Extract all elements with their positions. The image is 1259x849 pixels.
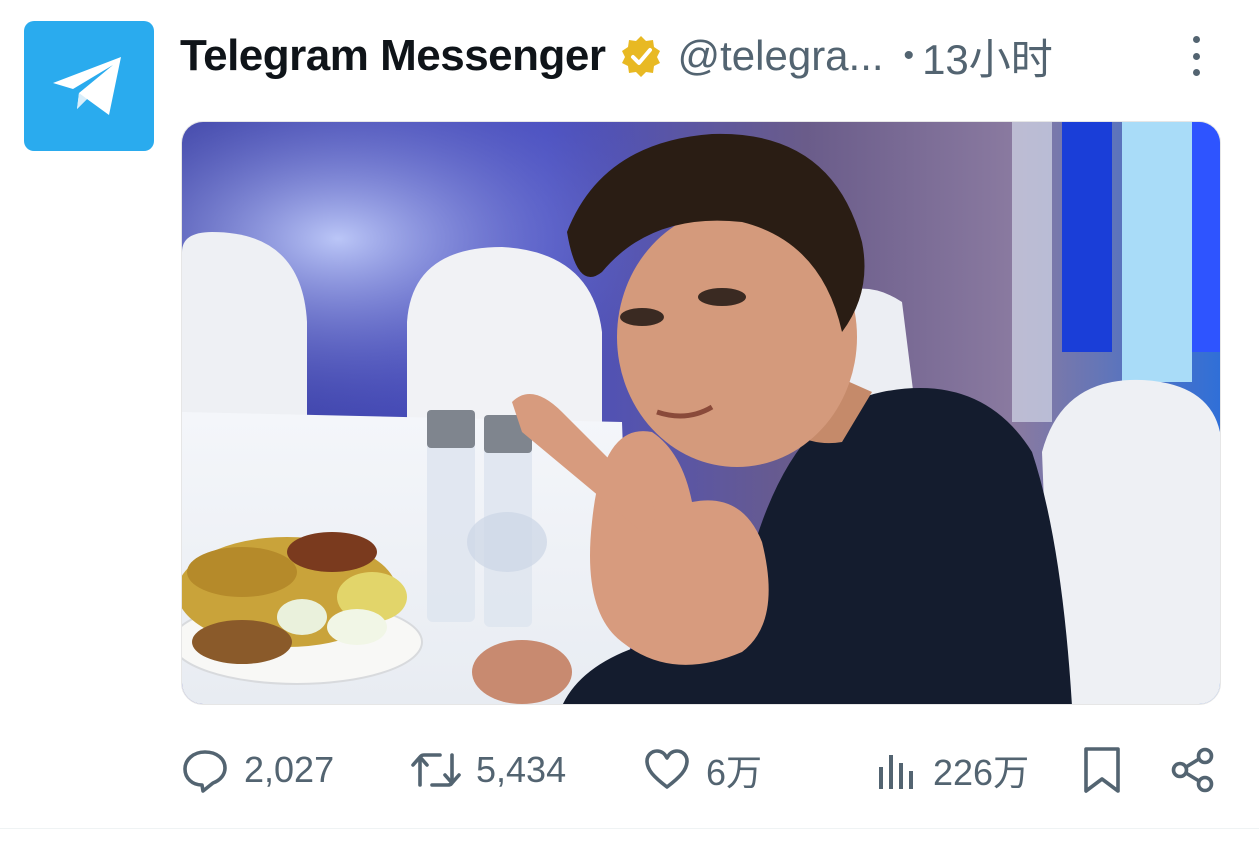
- reply-button[interactable]: 2,027: [180, 740, 334, 800]
- bookmark-button[interactable]: [1080, 740, 1124, 800]
- reply-icon: [183, 750, 227, 793]
- reply-count: 2,027: [244, 749, 335, 790]
- views-icon: [879, 755, 913, 789]
- telegram-logo-icon: [53, 57, 121, 115]
- retweet-button[interactable]: 5,434: [410, 740, 566, 800]
- heart-icon: [645, 749, 689, 789]
- more-options-button[interactable]: [1182, 30, 1210, 82]
- author-display-name[interactable]: Telegram Messenger: [180, 31, 606, 81]
- like-count: 6万: [706, 752, 763, 793]
- share-button[interactable]: [1170, 740, 1216, 800]
- photo-image: [182, 122, 1220, 704]
- author-handle[interactable]: @telegra...: [677, 32, 883, 80]
- tweet-action-bar: 2,027 5,434 6万 226万: [180, 740, 1220, 800]
- tweet-header: Telegram Messenger @telegra... • 13小时: [180, 24, 1219, 88]
- more-dot: [1192, 52, 1200, 60]
- views-button[interactable]: 226万: [875, 740, 1029, 800]
- like-button[interactable]: 6万: [642, 740, 762, 800]
- more-dot: [1192, 36, 1200, 43]
- retweet-count: 5,434: [476, 749, 567, 790]
- retweet-icon: [411, 753, 461, 787]
- tweet-timestamp[interactable]: 13小时: [922, 26, 1053, 87]
- separator-dot: •: [903, 39, 915, 72]
- bookmark-icon: [1084, 747, 1120, 793]
- views-count: 226万: [933, 752, 1030, 793]
- tweet-divider: [0, 828, 1259, 829]
- tweet-photo[interactable]: [181, 121, 1221, 705]
- verified-badge-icon: [622, 36, 661, 77]
- avatar[interactable]: [24, 21, 154, 151]
- more-dot: [1192, 69, 1200, 76]
- share-icon: [1171, 747, 1214, 793]
